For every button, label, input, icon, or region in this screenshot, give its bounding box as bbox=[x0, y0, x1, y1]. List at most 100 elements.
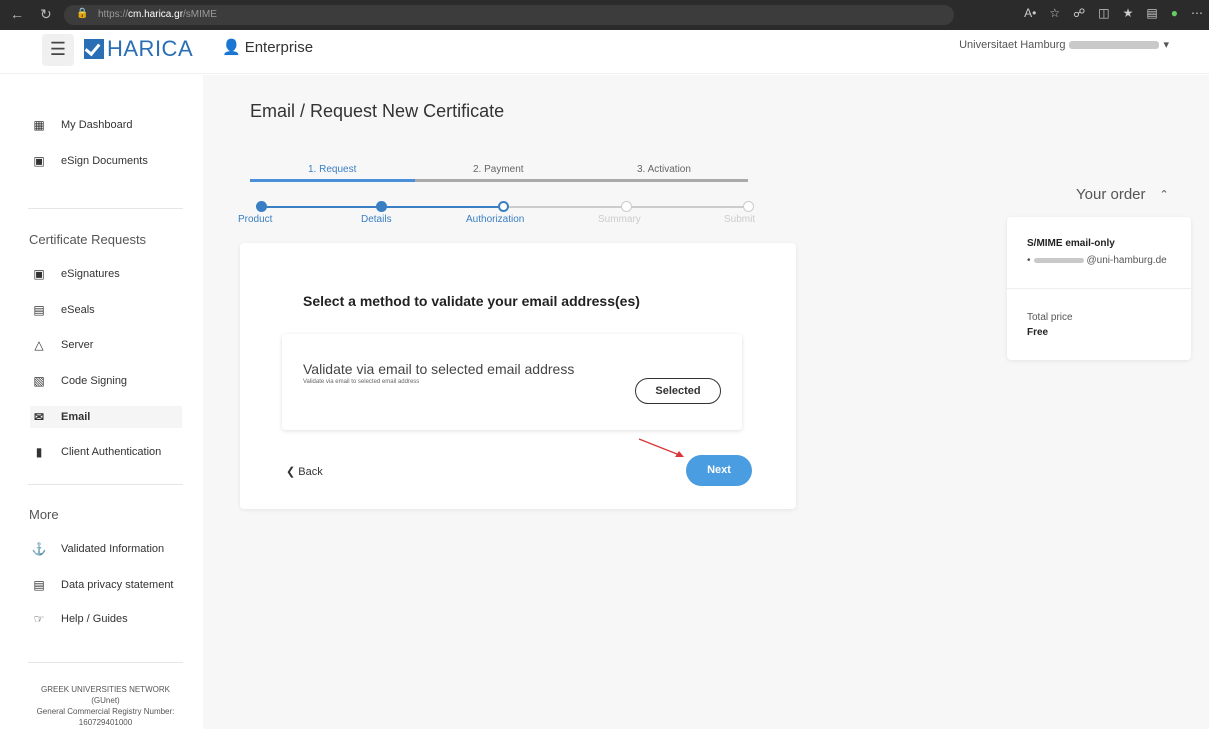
step-dot-submit bbox=[743, 201, 754, 212]
validation-option[interactable]: Validate via email to selected email add… bbox=[282, 334, 742, 430]
sidebar-item-esign-documents[interactable]: ▣ eSign Documents bbox=[30, 150, 148, 172]
app-header: ☰ HARICA 👤 Enterprise Universitaet Hambu… bbox=[0, 30, 1209, 74]
sidebar-item-esignatures[interactable]: ▣ eSignatures bbox=[30, 263, 120, 285]
sidebar-item-label: My Dashboard bbox=[61, 119, 133, 131]
main-content: Email / Request New Certificate 1. Reque… bbox=[203, 75, 1209, 729]
bullet: • bbox=[1027, 255, 1031, 266]
enterprise-switch[interactable]: 👤 Enterprise bbox=[222, 38, 314, 57]
card-title: Select a method to validate your email a… bbox=[303, 293, 640, 309]
read-aloud-icon[interactable]: A• bbox=[1024, 6, 1036, 20]
enterprise-label: Enterprise bbox=[244, 38, 314, 56]
sidebar-divider bbox=[28, 484, 183, 485]
order-email: • @uni-hamburg.de bbox=[1027, 255, 1167, 266]
step-label-summary: Summary bbox=[598, 214, 641, 225]
privacy-icon: ▤ bbox=[33, 578, 45, 592]
step-dot-product bbox=[256, 201, 267, 212]
code-icon: ▧ bbox=[33, 374, 45, 388]
page-title: Email / Request New Certificate bbox=[250, 101, 505, 121]
sidebar-item-data-privacy[interactable]: ▤ Data privacy statement bbox=[30, 574, 174, 596]
sidebar-divider bbox=[28, 208, 183, 209]
split-screen-icon[interactable]: ◫ bbox=[1098, 6, 1109, 20]
order-email-domain: @uni-hamburg.de bbox=[1086, 255, 1167, 266]
sidebar-item-eseals[interactable]: ▤ eSeals bbox=[30, 299, 95, 321]
sidebar-item-help-guides[interactable]: ☞ Help / Guides bbox=[30, 608, 128, 630]
reload-icon[interactable]: ↻ bbox=[40, 6, 52, 23]
total-price-label: Total price bbox=[1027, 312, 1073, 323]
option-subtitle: Validate via email to selected email add… bbox=[303, 379, 420, 385]
sidebar-item-label: Validated Information bbox=[61, 543, 165, 555]
back-arrow-icon[interactable]: ← bbox=[10, 6, 24, 22]
favorite-star-icon[interactable]: ☆ bbox=[1049, 6, 1060, 20]
sidebar-item-dashboard[interactable]: ▦ My Dashboard bbox=[30, 114, 133, 136]
sidebar-item-client-authentication[interactable]: ▮ Client Authentication bbox=[30, 441, 162, 463]
footer-line: (GUnet) bbox=[91, 696, 120, 705]
logo-check-icon bbox=[84, 39, 104, 59]
tab-request: 1. Request bbox=[308, 164, 357, 175]
chevron-left-icon: ❮ bbox=[286, 466, 296, 478]
sidebar-item-label: eSignatures bbox=[61, 268, 120, 280]
esign-icon: ▣ bbox=[33, 267, 45, 281]
footer-line: 160729401000 bbox=[78, 718, 133, 727]
validated-icon: ⚓ bbox=[31, 542, 47, 556]
favorites-icon[interactable]: ★ bbox=[1123, 6, 1134, 20]
esign-icon: ▣ bbox=[33, 154, 45, 168]
back-button[interactable]: ❮ Back bbox=[286, 465, 323, 478]
back-label: Back bbox=[298, 466, 323, 478]
lock-icon: 🔒 bbox=[76, 8, 89, 19]
sidebar-item-label: Code Signing bbox=[61, 375, 128, 387]
sidebar-item-label: eSign Documents bbox=[61, 155, 148, 167]
sidebar-item-label: eSeals bbox=[61, 304, 95, 316]
sidebar-item-label: Data privacy statement bbox=[61, 579, 174, 591]
email-icon: ✉ bbox=[33, 410, 45, 424]
sidebar-item-email[interactable]: ✉ Email bbox=[30, 406, 182, 428]
next-button[interactable]: Next bbox=[686, 455, 752, 486]
profile-icon[interactable]: ● bbox=[1171, 6, 1178, 20]
tab-progress-fill bbox=[250, 179, 415, 182]
dashboard-icon: ▦ bbox=[33, 118, 45, 132]
chevron-down-icon: ▾ bbox=[1163, 39, 1169, 51]
logo-text: HARICA bbox=[107, 36, 194, 61]
certificate-requests-heading: Certificate Requests bbox=[29, 232, 147, 247]
footer-line: GREEK UNIVERSITIES NETWORK bbox=[41, 685, 170, 694]
org-label: Universitaet Hamburg bbox=[959, 38, 1066, 51]
step-label-authorization: Authorization bbox=[466, 214, 525, 225]
order-heading: Your order bbox=[1076, 186, 1146, 203]
sidebar-item-server[interactable]: △ Server bbox=[30, 334, 93, 356]
enterprise-user-icon: 👤 bbox=[222, 39, 241, 56]
tab-payment: 2. Payment bbox=[473, 164, 524, 175]
sidebar-item-validated-information[interactable]: ⚓ Validated Information bbox=[30, 538, 165, 560]
tab-activation: 3. Activation bbox=[637, 164, 691, 175]
sidebar-item-label: Email bbox=[61, 411, 91, 423]
selected-button[interactable]: Selected bbox=[635, 378, 721, 404]
redacted-username bbox=[1069, 40, 1160, 49]
sidebar-item-code-signing[interactable]: ▧ Code Signing bbox=[30, 370, 127, 392]
option-title: Validate via email to selected email add… bbox=[303, 361, 575, 377]
harica-logo[interactable]: HARICA bbox=[84, 36, 193, 62]
annotation-arrow bbox=[638, 438, 684, 457]
sidebar: ▦ My Dashboard ▣ eSign Documents Certifi… bbox=[0, 75, 203, 729]
url-text: https://cm.harica.gr/sMIME bbox=[98, 9, 217, 20]
hamburger-menu-button[interactable]: ☰ bbox=[42, 34, 74, 66]
order-divider bbox=[1007, 288, 1191, 289]
more-icon[interactable]: ⋯ bbox=[1191, 6, 1203, 20]
sidebar-item-label: Help / Guides bbox=[61, 613, 128, 625]
browser-toolbar: ← ↻ 🔒 https://cm.harica.gr/sMIME A• ☆ ☍ … bbox=[0, 0, 1209, 30]
sidebar-item-label: Server bbox=[61, 339, 94, 351]
step-dot-details bbox=[376, 201, 387, 212]
collections-icon[interactable]: ▤ bbox=[1146, 6, 1157, 20]
extensions-icon[interactable]: ☍ bbox=[1073, 6, 1085, 20]
seal-icon: ▤ bbox=[33, 303, 45, 317]
address-bar[interactable]: 🔒 https://cm.harica.gr/sMIME bbox=[64, 5, 954, 25]
step-label-details: Details bbox=[361, 214, 392, 225]
your-order-toggle[interactable]: Your order ⌃ bbox=[1076, 186, 1169, 203]
user-menu[interactable]: Universitaet Hamburg ▾ bbox=[959, 38, 1169, 52]
more-heading: More bbox=[29, 507, 59, 522]
process-tabs: 1. Request 2. Payment 3. Activation bbox=[250, 164, 748, 182]
step-dot-authorization bbox=[498, 201, 509, 212]
browser-action-icons: A• ☆ ☍ ◫ ★ ▤ ● ⋯ bbox=[1024, 6, 1203, 20]
client-auth-icon: ▮ bbox=[35, 445, 43, 459]
step-label-submit: Submit bbox=[724, 214, 756, 225]
step-dot-summary bbox=[621, 201, 632, 212]
sidebar-footer: GREEK UNIVERSITIES NETWORK (GUnet) Gener… bbox=[28, 684, 183, 728]
step-label-product: Product bbox=[238, 214, 273, 225]
